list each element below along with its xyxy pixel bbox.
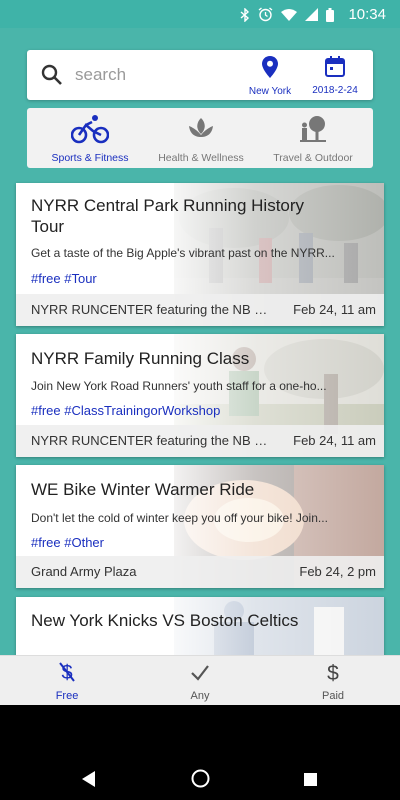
location-label: New York (248, 86, 292, 97)
check-icon (191, 665, 209, 681)
event-title: NYRR Central Park Running History Tour (31, 196, 305, 236)
status-bar: 10:34 (0, 0, 400, 28)
event-description: Don't let the cold of winter keep you of… (31, 511, 328, 525)
bicycle-icon (70, 115, 110, 144)
category-sports-fitness[interactable]: Sports & Fitness (37, 114, 143, 164)
tree-icon (300, 116, 326, 142)
status-icons: 10:34 (240, 6, 386, 23)
event-description: Join New York Road Runners' youth staff … (31, 379, 327, 393)
event-venue: NYRR RUNCENTER featuring the NB Runn... (31, 302, 271, 317)
no-dollar-icon: $ (59, 662, 75, 684)
date-label: 2018-2-24 (312, 85, 358, 96)
category-health-wellness[interactable]: Health & Wellness (151, 114, 251, 164)
event-time: Feb 24, 11 am (293, 302, 376, 317)
lotus-icon (189, 118, 213, 137)
event-card[interactable]: NYRR Family Running Class Join New York … (16, 334, 384, 457)
event-card[interactable]: New York Knicks VS Boston Celtics (16, 597, 384, 657)
wifi-icon (281, 9, 298, 21)
event-title: New York Knicks VS Boston Celtics (31, 611, 299, 630)
event-description: Get a taste of the Big Apple's vibrant p… (31, 246, 335, 260)
search-bar: search New York 2018-2-24 (27, 50, 373, 100)
category-label: Travel & Outdoor (273, 152, 353, 164)
location-pin-icon (262, 56, 278, 78)
search-input[interactable]: search (75, 65, 126, 85)
event-venue: Grand Army Plaza (31, 564, 137, 579)
clock-time: 10:34 (348, 6, 386, 23)
event-footer: NYRR RUNCENTER featuring the NB Runn... … (16, 294, 384, 326)
alarm-icon (259, 7, 273, 22)
recents-icon[interactable] (304, 773, 317, 786)
tab-paid[interactable]: $ Paid (293, 660, 373, 702)
category-label: Health & Wellness (158, 152, 244, 164)
event-time: Feb 24, 2 pm (299, 564, 376, 579)
app-content: search New York 2018-2-24 Sports & Fitne… (0, 28, 400, 705)
bluetooth-icon (240, 7, 250, 22)
event-title: WE Bike Winter Warmer Ride (31, 480, 255, 499)
category-bar: Sports & Fitness Health & Wellness Trave… (27, 108, 373, 168)
svg-text:$: $ (327, 662, 339, 684)
search-icon[interactable] (40, 63, 64, 87)
category-travel-outdoor[interactable]: Travel & Outdoor (263, 114, 363, 164)
category-label: Sports & Fitness (51, 152, 129, 164)
dollar-icon: $ (327, 662, 339, 685)
event-tags[interactable]: #free #Other (31, 535, 104, 550)
event-card[interactable]: NYRR Central Park Running History Tour G… (16, 183, 384, 326)
home-icon[interactable] (191, 769, 210, 788)
event-card[interactable]: WE Bike Winter Warmer Ride Don't let the… (16, 465, 384, 588)
battery-icon (326, 7, 335, 22)
tab-free[interactable]: $ Free (27, 660, 107, 702)
event-time: Feb 24, 11 am (293, 433, 376, 448)
system-nav-bar (0, 705, 400, 800)
tab-label: Paid (321, 690, 345, 702)
tab-label: Free (55, 690, 79, 702)
event-footer: NYRR RUNCENTER featuring the NB Runn... … (16, 425, 384, 457)
tab-any[interactable]: Any (160, 660, 240, 702)
event-venue: NYRR RUNCENTER featuring the NB Runn... (31, 433, 271, 448)
date-button[interactable]: 2018-2-24 (307, 56, 363, 96)
signal-icon (305, 8, 319, 21)
event-title: NYRR Family Running Class (31, 349, 250, 368)
location-button[interactable]: New York (245, 56, 295, 97)
calendar-icon (325, 56, 345, 77)
tab-label: Any (190, 690, 210, 702)
event-footer: Grand Army Plaza Feb 24, 2 pm (16, 556, 384, 588)
back-icon[interactable] (82, 771, 96, 787)
event-tags[interactable]: #free #ClassTrainingorWorkshop (31, 403, 220, 418)
event-tags[interactable]: #free #Tour (31, 271, 97, 286)
price-filter-bar: $ Free Any $ Paid (0, 655, 400, 705)
